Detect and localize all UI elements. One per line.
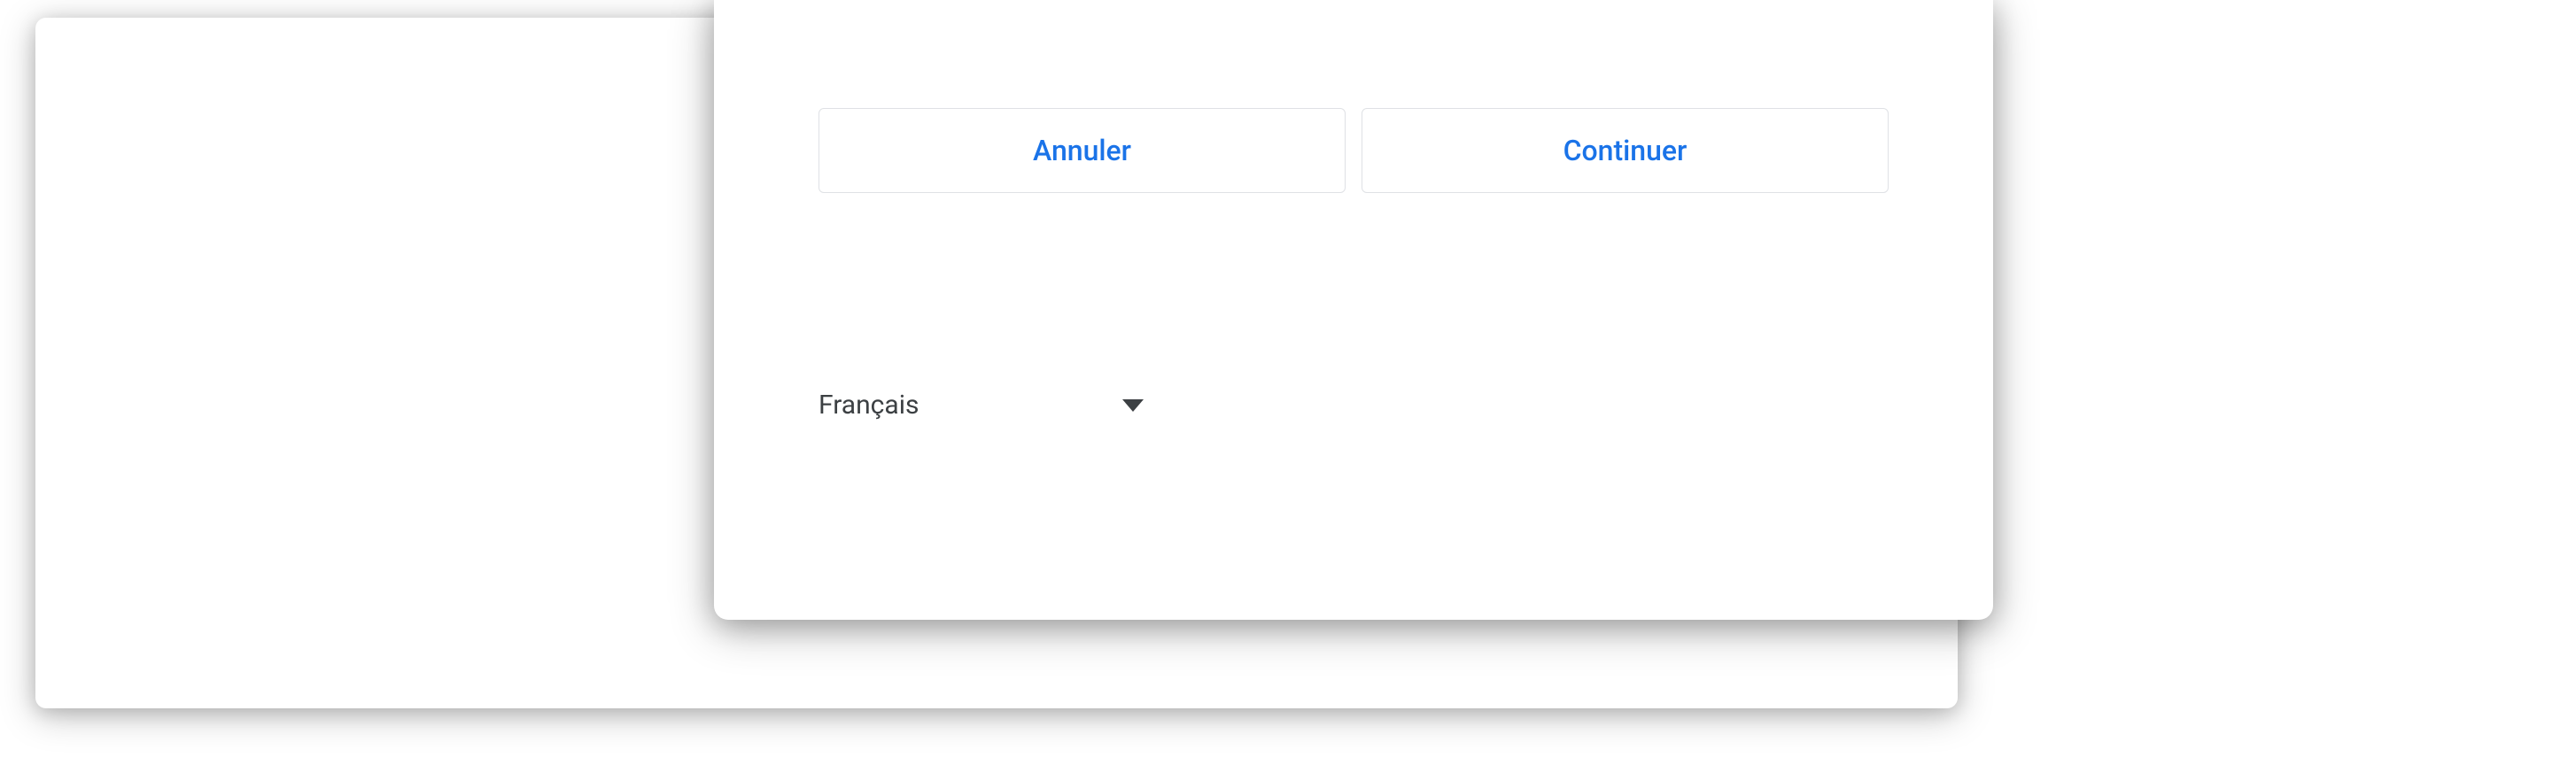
dialog-card: Annuler Continuer Français xyxy=(714,0,1993,620)
cancel-button-label: Annuler xyxy=(1033,134,1131,167)
continue-button-label: Continuer xyxy=(1563,134,1688,167)
cancel-button[interactable]: Annuler xyxy=(819,108,1346,193)
language-selector[interactable]: Français xyxy=(819,390,1144,421)
action-button-row: Annuler Continuer xyxy=(819,108,1889,193)
chevron-down-icon xyxy=(1122,399,1144,412)
language-label: Français xyxy=(819,390,919,421)
continue-button[interactable]: Continuer xyxy=(1362,108,1889,193)
outer-panel: Annuler Continuer Français xyxy=(35,18,1958,708)
